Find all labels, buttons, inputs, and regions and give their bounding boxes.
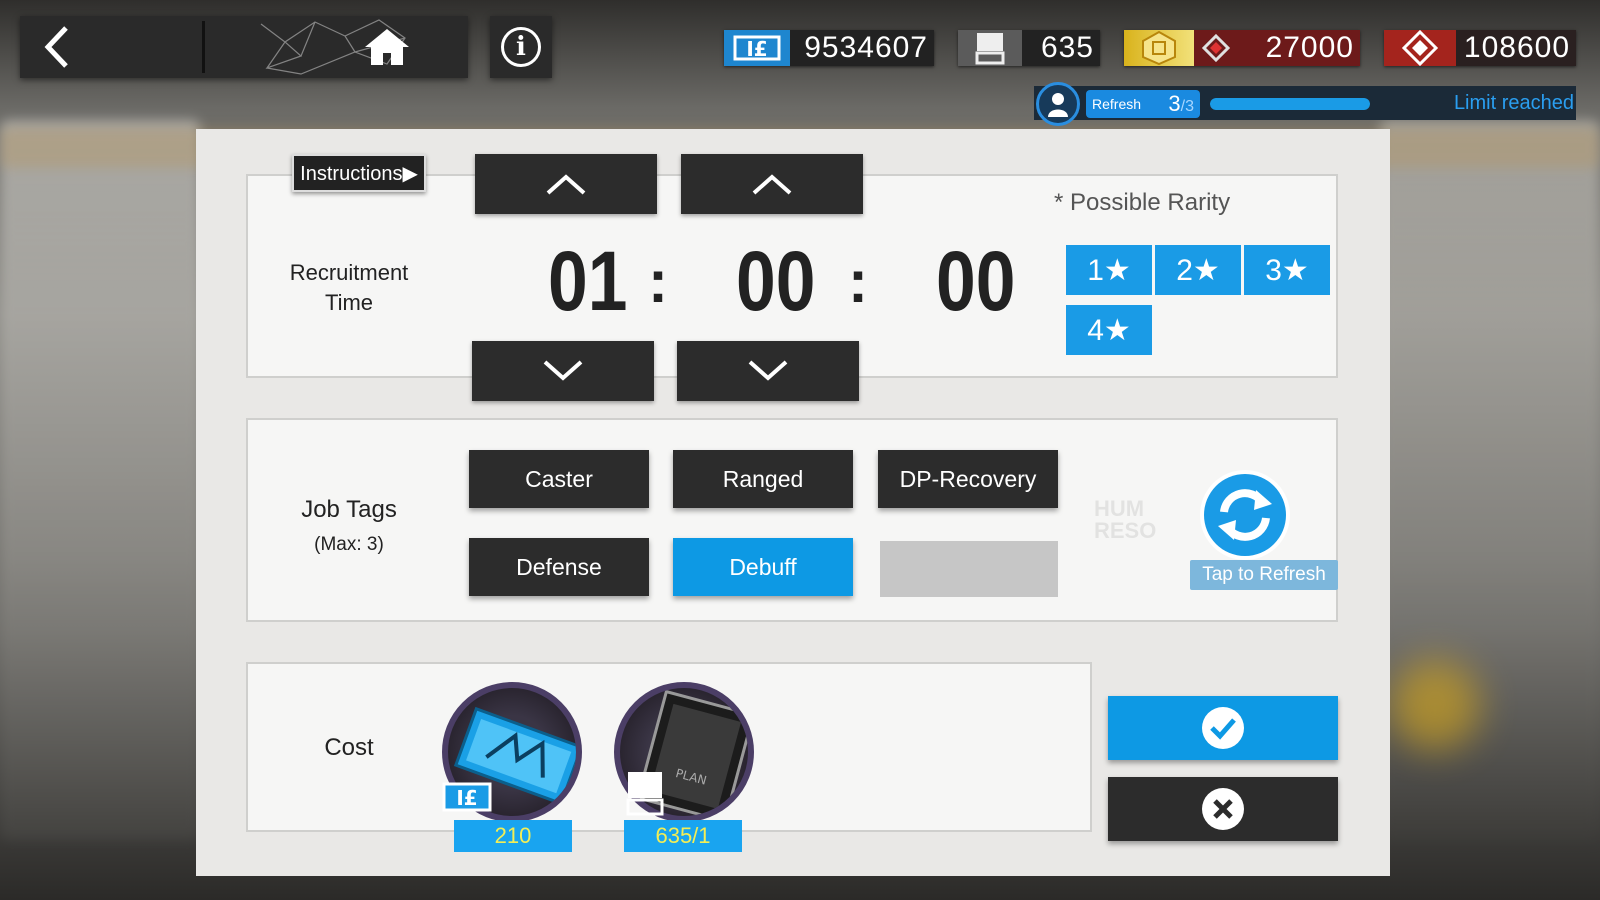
refresh-progress-bar [1210,98,1370,110]
expedited-plan-count: 635 [1040,31,1094,64]
back-button[interactable] [20,16,202,78]
tag-button-ranged[interactable]: Ranged [673,450,853,508]
minutes-down-button[interactable] [677,341,859,401]
time-seconds: 00 [936,234,1016,328]
instructions-button[interactable]: Instructions▶ [292,154,426,192]
refresh-progress-fill [1210,98,1370,110]
expedited-plan-icon [958,30,1022,66]
confirm-button[interactable] [1108,696,1338,760]
resource-expedited-plan: 635 [958,30,1100,66]
close-icon [1202,788,1244,830]
time-hours: 01 [548,234,628,328]
hours-down-button[interactable] [472,341,654,401]
hours-up-button[interactable] [475,154,657,214]
svg-text:I£: I£ [456,786,477,810]
check-icon [1202,707,1244,749]
tag-button-defense[interactable]: Defense [469,538,649,596]
tag-button-empty[interactable] [880,541,1058,597]
resource-orundum: 108600 [1384,30,1576,66]
resource-recruitment-permit: I£ 9534607 [724,30,934,66]
refresh-current: 3 [1168,91,1181,116]
resource-lmd: 27000 [1124,30,1360,66]
lmd-emblem-icon [1201,33,1231,63]
background-left [0,120,200,840]
orundum-icon [1384,30,1456,66]
cancel-button[interactable] [1108,777,1338,841]
info-icon: i [501,27,541,67]
permit-small-icon: I£ [442,782,492,812]
chevron-up-icon [546,174,586,195]
chevron-down-icon [543,360,583,381]
lmd-count: 27000 [1265,31,1354,64]
background-glow [1390,660,1480,750]
recruitment-time-label: Recruitment Time [264,258,434,318]
cost-recruitment-permit-qty: 210 [454,820,572,852]
home-button[interactable] [205,16,468,78]
tag-button-caster[interactable]: Caster [469,450,649,508]
lmd-icon [1124,30,1194,66]
assistant-avatar-icon[interactable] [1036,82,1080,126]
cost-recruitment-permit: I£ [442,682,582,822]
cost-label: Cost [324,734,374,761]
rarity-badge-3: 3★ [1244,245,1330,295]
time-colon-1: : [648,248,668,315]
refresh-limit-status: Limit reached [1453,92,1574,114]
home-icon [364,29,409,65]
cost-expedited-plan: PLAN [614,682,754,822]
job-tags-title: Job Tags [301,496,397,523]
refresh-max: /3 [1180,98,1194,115]
time-colon-2: : [848,248,868,315]
minutes-up-button[interactable] [681,154,863,214]
refresh-icon [1204,474,1286,556]
recruitment-time-label-line1: Recruitment [289,260,409,285]
cost-card: Cost I£ 210 PLAN 635/1 [246,662,1092,852]
info-button[interactable]: i [490,16,552,78]
job-tags-label: Job Tags (Max: 3) [264,496,434,556]
possible-rarity-title: * Possible Rarity [1054,189,1231,216]
cost-expedited-plan-qty: 635/1 [624,820,742,852]
recruitment-permit-icon: I£ [724,30,790,66]
rarity-badge-4: 4★ [1066,305,1152,355]
job-tags-card: HUM RESO Job Tags (Max: 3) Caster Ranged … [246,418,1338,622]
svg-text:I£: I£ [746,37,767,61]
rarity-badge-2: 2★ [1155,245,1241,295]
recruitment-time-label-line2: Time [324,290,374,315]
chevron-down-icon [748,360,788,381]
rarity-badge-1: 1★ [1066,245,1152,295]
plan-small-icon [626,772,664,816]
recruit-panel: Recruitment Time Instructions▶ 01 : 00 :… [196,129,1390,876]
tag-button-debuff[interactable]: Debuff [673,538,853,596]
refresh-counter: Refresh 3/3 [1086,90,1200,118]
top-nav [20,16,468,78]
recruitment-permit-count: 9534607 [804,31,928,64]
chevron-up-icon [752,174,792,195]
hr-department-watermark: HUM RESO [1094,496,1157,543]
refresh-tags-label[interactable]: Tap to Refresh [1190,560,1338,590]
time-minutes: 00 [736,234,816,328]
chevron-left-icon [44,26,68,68]
orundum-count: 108600 [1463,31,1570,64]
refresh-tags-button[interactable] [1200,470,1290,560]
refresh-count: 3/3 [1168,91,1194,117]
tag-button-dp-recovery[interactable]: DP-Recovery [878,450,1058,508]
job-tags-max: (Max: 3) [314,534,384,555]
refresh-label: Refresh [1092,96,1142,112]
